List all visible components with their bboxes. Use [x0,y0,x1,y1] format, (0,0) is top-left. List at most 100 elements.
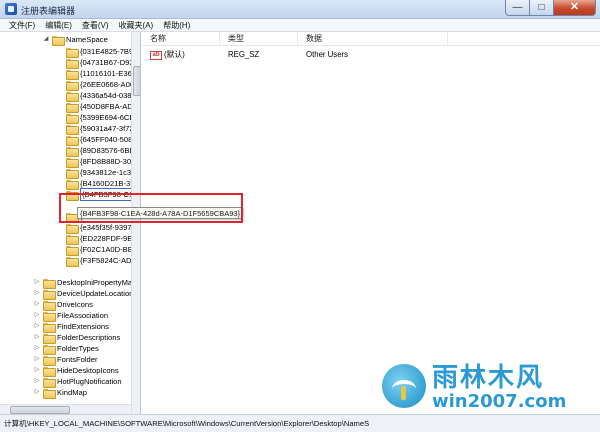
maximize-button[interactable]: □ [530,0,554,16]
tree-item-label: {59031a47-3f72 [80,124,134,133]
expand-arrow-icon[interactable]: ▷ [33,354,41,365]
tree-item-label: {4336a54d-038b [80,91,136,100]
tree-vscroll-thumb[interactable] [133,66,140,96]
tree-item-label: HotPlugNotification [57,377,122,386]
tree-item-explorer-key[interactable]: ▷ DriveIcons [33,299,93,311]
expand-arrow-icon[interactable]: ▷ [33,387,41,398]
watermark-title: 雨林木风 [432,363,545,393]
tree-item-label: NameSpace [66,35,108,44]
tree-item-explorer-key[interactable]: ▷ FileAssociation [33,310,109,322]
collapse-arrow-icon[interactable]: ◢ [42,34,50,45]
watermark-url: win2007.com [432,391,567,412]
tree-item-explorer-key[interactable]: ▷ DesktopIniPropertyMa [33,277,132,289]
menu-edit[interactable]: 编辑(E) [40,19,77,31]
tree-item-label: {11016101-E366 [80,69,137,78]
folder-icon [66,69,79,80]
folder-icon [43,300,56,311]
tree-item-label: DriveIcons [57,300,93,309]
column-type-header[interactable]: 类型 [220,32,298,45]
expand-arrow-icon[interactable]: ▷ [33,277,41,288]
watermark: 雨林木风 win2007.com [376,362,600,414]
tree-item-label: {89D83576-6BD [80,146,135,155]
tree-item-guid[interactable]: {4336a54d-038b [56,90,136,102]
folder-icon [43,289,56,300]
tree-item-guid[interactable]: {04731B67-D933 [56,57,138,69]
tree-item-guid[interactable]: {645FF040-5081 [56,134,137,146]
tree-item-guid[interactable]: {5399E694-6CE5 [56,112,139,124]
menu-file[interactable]: 文件(F) [4,19,40,31]
tree-item-explorer-key[interactable]: ▷ FindExtensions [33,321,109,333]
values-list[interactable]: 名称 类型 数据 ab (默认) REG_SZ Other Users [142,32,600,414]
expand-arrow-icon[interactable]: ▷ [33,332,41,343]
folder-icon [66,135,79,146]
tree-item-guid[interactable]: {8FD8B88D-30E [56,156,137,168]
tree-item-guid[interactable]: {e345f35f-9397- [56,222,135,234]
tree-item-explorer-key[interactable]: ▷ DeviceUpdateLocation [33,288,133,300]
menu-help[interactable]: 帮助(H) [158,19,195,31]
minimize-button[interactable]: — [505,0,530,16]
column-data-header[interactable]: 数据 [298,32,448,45]
tree-item-explorer-key[interactable]: ▷ FontsFolder [33,354,98,366]
menu-bar: 文件(F) 编辑(E) 查看(V) 收藏夹(A) 帮助(H) [0,19,600,32]
expand-arrow-icon[interactable]: ▷ [33,376,41,387]
tree-item-guid[interactable]: {89D83576-6BD [56,145,135,157]
tree-item-explorer-key[interactable]: ▷ KindMap [33,387,87,399]
list-header: 名称 类型 数据 [142,32,600,46]
tree-item-guid[interactable]: {9343812e-1c37 [56,167,136,179]
list-item[interactable]: ab (默认) REG_SZ Other Users [142,49,448,61]
tree-item-explorer-key[interactable]: ▷ FolderDescriptions [33,332,120,344]
tree-item-label: {8FD8B88D-30E [80,157,137,166]
tree-item-guid[interactable]: {450D8FBA-AD2 [56,101,137,113]
tree-item-label: FontsFolder [57,355,98,364]
folder-icon [66,179,79,190]
tree-horizontal-scrollbar[interactable] [0,404,131,414]
tree-item-guid[interactable]: {F3F5824C-AD5 [56,255,136,267]
window-title: 注册表编辑器 [21,6,76,16]
folder-icon [66,245,79,256]
title-bar: 注册表编辑器 — □ ✕ [0,0,600,19]
tree-item-label: {04731B67-D933 [80,58,138,67]
menu-favorites[interactable]: 收藏夹(A) [114,19,159,31]
menu-view[interactable]: 查看(V) [77,19,114,31]
tree-item-guid[interactable]: {031E4825-7B94 [56,46,138,58]
expand-arrow-icon[interactable]: ▷ [33,321,41,332]
folder-icon [66,234,79,245]
expand-arrow-icon[interactable]: ▷ [33,365,41,376]
close-button[interactable]: ✕ [554,0,596,16]
tree-item-label: {9343812e-1c37 [80,168,136,177]
folder-icon [66,146,79,157]
tree-item-label: {450D8FBA-AD2 [80,102,137,111]
folder-icon [43,355,56,366]
tree-item-namespace[interactable]: ◢ NameSpace [42,34,108,46]
tree-item-label: {031E4825-7B94 [80,47,138,56]
tree-item-explorer-key[interactable]: ▷ FolderTypes [33,343,99,355]
tree-item-label: {645FF040-5081 [80,135,137,144]
tree-item-explorer-key[interactable]: ▷ HotPlugNotification [33,376,122,388]
value-name-cell: ab (默认) [142,49,220,61]
registry-tree[interactable]: ◢ NameSpace {031E4825-7B94 {04731B67-D933 {1… [0,32,141,414]
tree-item-guid[interactable]: {ED228FDF-9EA [56,233,138,245]
tree-vertical-scrollbar[interactable] [131,32,140,414]
value-name: (默认) [164,50,185,59]
expand-arrow-icon[interactable]: ▷ [33,288,41,299]
tree-item-label: {F3F5824C-AD5 [80,256,136,265]
tree-item-label: {ED228FDF-9EA [80,234,138,243]
folder-icon [43,344,56,355]
expand-arrow-icon[interactable]: ▷ [33,343,41,354]
folder-icon [52,35,65,46]
expand-arrow-icon[interactable]: ▷ [33,299,41,310]
folder-icon [43,377,56,388]
tree-item-explorer-key[interactable]: ▷ HideDesktopIcons [33,365,119,377]
tree-item-guid[interactable]: {11016101-E366 [56,68,137,80]
value-type: REG_SZ [228,50,260,59]
tree-item-label: KindMap [57,388,87,397]
tree-item-label: {e345f35f-9397- [80,223,135,232]
tree-hscroll-thumb[interactable] [10,406,70,414]
tree-item-guid[interactable]: {59031a47-3f72 [56,123,134,135]
folder-icon [66,91,79,102]
expand-arrow-icon[interactable]: ▷ [33,310,41,321]
column-name-header[interactable]: 名称 [142,32,220,45]
tree-item-guid[interactable]: {F02C1A0D-BE2 [56,244,137,256]
tree-item-label: FileAssociation [57,311,109,320]
tree-item-guid[interactable]: {26EE0668-A00A [56,79,139,91]
